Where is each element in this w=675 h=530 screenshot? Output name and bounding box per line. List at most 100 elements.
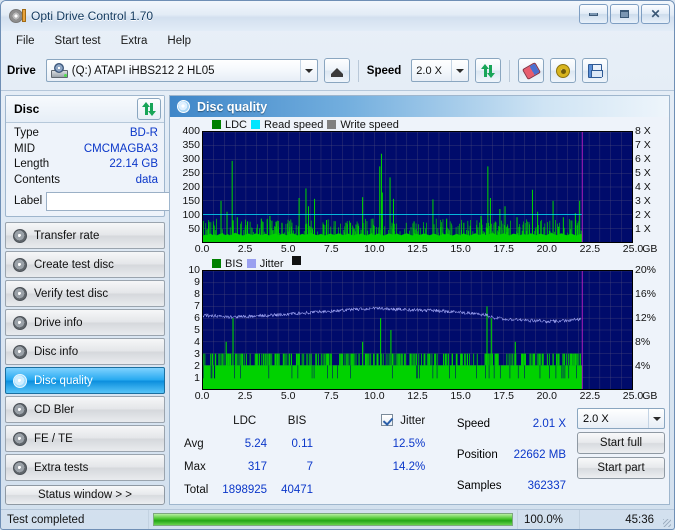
readout-value-samples: 362337 [509,471,571,500]
test-speed-select[interactable]: 2.0 X [577,408,665,429]
disc-icon [13,287,27,301]
maximize-icon [620,10,629,18]
sidebar-item-fe-te[interactable]: FE / TE [5,425,165,452]
axis-tick-label: 3 [194,348,200,360]
axis-tick-label: 17.5 [493,390,513,402]
menu-file[interactable]: File [7,33,44,49]
minimize-button[interactable] [579,4,608,24]
progress-percent: 100.0% [518,510,580,529]
disc-label-caption: Label [14,195,42,207]
disc-refresh-button[interactable] [137,98,161,120]
nav-list: Transfer rate Create test disc Verify te… [5,222,165,481]
legend-label-write-speed: Write speed [340,119,399,131]
elapsed-time: 45:36 [580,510,660,529]
table-row: Max 317 7 14.2% [178,456,431,477]
error-stats-table: LDC BIS Jitter Avg 5.24 0.11 12.5% Max 3… [176,408,433,502]
jitter-checkbox[interactable] [381,414,393,426]
speed-select[interactable]: 2.0 X [411,59,469,82]
axis-tick-label: 5.0 [281,243,296,255]
eject-button[interactable] [324,58,350,83]
axis-tick-label: 12.5 [407,390,427,402]
test-speed-value: 2.0 X [583,413,609,425]
disc-length-label: Length [14,157,49,173]
axis-tick-label: 6 X [635,153,651,165]
sidebar-item-label: Extra tests [34,462,88,474]
toolbar-divider-1 [358,60,359,82]
menu-start-test[interactable]: Start test [46,33,110,49]
drive-select-value: (Q:) ATAPI iHBS212 2 HL05 [72,65,215,77]
statistics-area: LDC BIS Jitter Avg 5.24 0.11 12.5% Max 3… [170,404,669,504]
axis-tick-label: 5 X [635,167,651,179]
sidebar-item-verify-test-disc[interactable]: Verify test disc [5,280,165,307]
axis-tick-label: 17.5 [493,243,513,255]
status-bar: Test completed 100.0% 45:36 [1,509,674,529]
start-part-button[interactable]: Start part [577,457,665,479]
axis-tick-label: 7.5 [324,243,339,255]
chevron-down-icon [451,60,468,81]
menu-extra[interactable]: Extra [112,33,157,49]
drive-icon [51,63,68,78]
legend-swatch-write-speed [327,120,336,129]
axis-tick-label: 6 [194,312,200,324]
sidebar-item-extra-tests[interactable]: Extra tests [5,454,165,481]
jitter-avg-value: 12.5% [375,433,431,454]
row-label-avg: Avg [178,433,214,454]
menu-help[interactable]: Help [158,33,200,49]
axis-unit-label: GB [642,390,657,402]
disc-quality-icon [177,100,190,113]
close-button[interactable]: ✕ [641,4,670,24]
refresh-icon [141,102,157,116]
start-full-button[interactable]: Start full [577,432,665,454]
sidebar-item-cd-bler[interactable]: CD Bler [5,396,165,423]
status-message: Test completed [1,510,149,529]
sidebar-item-disc-info[interactable]: Disc info [5,338,165,365]
sidebar-item-label: FE / TE [34,433,73,445]
readout-key-position: Position [452,441,507,470]
sidebar-item-disc-quality[interactable]: Disc quality [5,367,165,394]
ldc-avg-value: 5.24 [216,433,273,454]
axis-tick-label: 4 X [635,181,651,193]
settings-button[interactable] [550,58,576,83]
jitter-max-value: 14.2% [375,456,431,477]
ldc-max-value: 317 [216,456,273,477]
gear-icon [556,64,570,78]
legend-label-ldc: LDC [225,119,247,131]
axis-tick-label: 1 X [635,223,651,235]
axis-tick-label: 3 X [635,195,651,207]
disc-row-type: Type BD-R [14,126,158,142]
disc-icon [13,229,27,243]
refresh-button[interactable] [475,58,501,83]
toolbar-divider-2 [509,60,510,82]
drive-select[interactable]: (Q:) ATAPI iHBS212 2 HL05 [46,59,318,82]
bis-total-value: 40471 [275,479,319,500]
legend-swatch-extra [292,256,301,265]
axis-tick-label: 0.0 [195,390,210,402]
disc-icon [13,345,27,359]
axis-tick-label: 2.5 [238,390,253,402]
bis-chart-plot[interactable] [202,270,633,390]
maximize-button[interactable] [610,4,639,24]
close-icon: ✕ [650,8,660,20]
sidebar-item-label: Create test disc [34,259,114,271]
resize-grip[interactable] [660,510,674,529]
status-window-button[interactable]: Status window > > [5,485,165,505]
erase-button[interactable] [518,58,544,83]
sidebar-item-transfer-rate[interactable]: Transfer rate [5,222,165,249]
readout-row-position: Position 22662 MB [452,441,571,470]
content-panel-header: Disc quality [170,96,669,117]
sidebar-item-drive-info[interactable]: Drive info [5,309,165,336]
chevron-down-icon [648,409,664,428]
axis-tick-label: 5 [194,324,200,336]
disc-mid-value: CMCMAGBA3 [84,142,158,158]
axis-tick-label: 25.0 [623,390,643,402]
main-body: Disc Type BD-R MID CMCMAGBA3 Length 22.1… [1,91,674,509]
axis-tick-label: 22.5 [580,243,600,255]
ldc-chart-y2-axis: 1 X2 X3 X4 X5 X6 X7 X8 X [633,131,667,243]
save-button[interactable] [582,58,608,83]
sidebar-item-create-test-disc[interactable]: Create test disc [5,251,165,278]
readout-area: Speed 2.01 X Position 22662 MB Samples 3… [450,408,667,502]
sidebar-item-label: Transfer rate [34,230,99,242]
ldc-chart-plot[interactable] [202,131,633,243]
menu-bar: File Start test Extra Help [1,31,674,51]
axis-tick-label: 9 [194,276,200,288]
